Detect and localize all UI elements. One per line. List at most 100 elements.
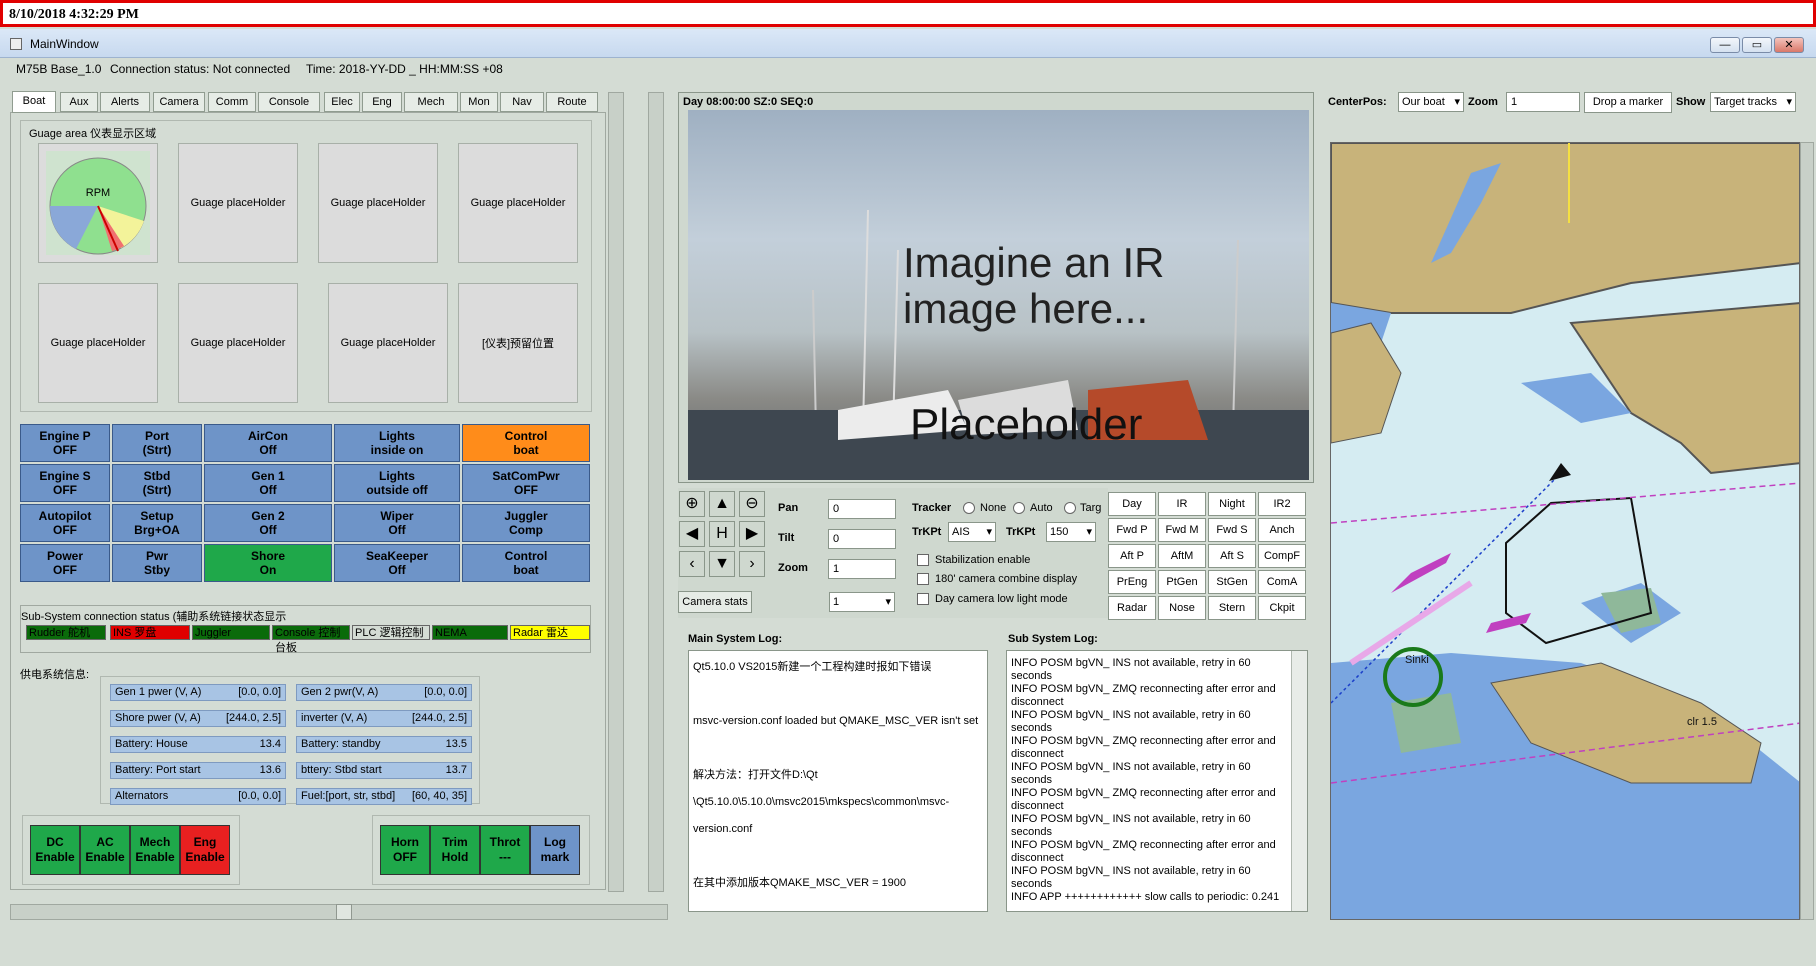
boat-button[interactable]: Engine S OFF xyxy=(20,464,110,502)
arrow-left-small-icon[interactable]: ‹ xyxy=(679,551,705,577)
camera-stats-button[interactable]: Camera stats xyxy=(678,591,752,613)
control-button[interactable]: Throt --- xyxy=(480,825,530,875)
camera-select-button[interactable]: IR2 xyxy=(1258,492,1306,516)
boat-button[interactable]: Lights inside on xyxy=(334,424,460,462)
tab-elec[interactable]: Elec xyxy=(324,92,360,112)
boat-button[interactable]: SatComPwr OFF xyxy=(462,464,590,502)
camera-select-button[interactable]: Ckpit xyxy=(1258,596,1306,620)
camera-select-button[interactable]: AftM xyxy=(1158,544,1206,568)
boat-button[interactable]: Port (Strt) xyxy=(112,424,202,462)
boat-button[interactable]: Setup Brg+OA xyxy=(112,504,202,542)
nav-map[interactable]: Sinki clr 1.5 xyxy=(1330,142,1800,920)
low-light-checkbox[interactable] xyxy=(917,593,929,605)
zoom-in-icon[interactable]: ⊕ xyxy=(679,491,705,517)
trkpt-select[interactable]: AIS xyxy=(948,522,996,542)
boat-button[interactable]: Control boat xyxy=(462,544,590,582)
tab-route[interactable]: Route xyxy=(546,92,598,112)
tilt-input[interactable]: 0 xyxy=(828,529,896,549)
stabilization-checkbox[interactable] xyxy=(917,554,929,566)
minimize-button[interactable]: — xyxy=(1710,37,1740,53)
horizontal-scroll-thumb[interactable] xyxy=(336,904,352,920)
boat-button[interactable]: Gen 1 Off xyxy=(204,464,332,502)
sub-log-line: INFO POSM bgVN_ INS not available, retry… xyxy=(1011,865,1251,890)
tab-nav[interactable]: Nav xyxy=(500,92,544,112)
combine-display-checkbox[interactable] xyxy=(917,573,929,585)
tab-mech[interactable]: Mech xyxy=(404,92,458,112)
enable-button[interactable]: Mech Enable xyxy=(130,825,180,875)
boat-button[interactable]: SeaKeeper Off xyxy=(334,544,460,582)
zoom-input[interactable]: 1 xyxy=(828,559,896,579)
camera-select-button[interactable]: PrEng xyxy=(1108,570,1156,594)
boat-button[interactable]: Engine P OFF xyxy=(20,424,110,462)
tab-comm[interactable]: Comm xyxy=(208,92,256,112)
tab-alerts[interactable]: Alerts xyxy=(100,92,150,112)
boat-button[interactable]: Lights outside off xyxy=(334,464,460,502)
boat-button[interactable]: Juggler Comp xyxy=(462,504,590,542)
camera-select-button[interactable]: IR xyxy=(1158,492,1206,516)
map-scrollbar[interactable] xyxy=(1800,142,1814,920)
camera-select-button[interactable]: Nose xyxy=(1158,596,1206,620)
camera-select-button[interactable]: PtGen xyxy=(1158,570,1206,594)
left-panel-scrollbar[interactable] xyxy=(608,92,624,892)
camera-select-button[interactable]: CompF xyxy=(1258,544,1306,568)
tracker-none-radio[interactable] xyxy=(963,502,975,514)
enable-button[interactable]: Eng Enable xyxy=(180,825,230,875)
home-icon[interactable]: H xyxy=(709,521,735,547)
arrow-down-icon[interactable]: ▼ xyxy=(709,551,735,577)
subsystem-status-badge: Radar 雷达 xyxy=(510,625,590,640)
trkpt2-select[interactable]: 150 xyxy=(1046,522,1096,542)
camera-select-button[interactable]: StGen xyxy=(1208,570,1256,594)
camera-select-button[interactable]: Aft P xyxy=(1108,544,1156,568)
tab-console[interactable]: Console xyxy=(258,92,320,112)
centerpos-select[interactable]: Our boat xyxy=(1398,92,1464,112)
camera-select[interactable]: 1 xyxy=(829,592,895,612)
enable-button[interactable]: AC Enable xyxy=(80,825,130,875)
zoom-out-icon[interactable]: ⊖ xyxy=(739,491,765,517)
camera-select-button[interactable]: Fwd S xyxy=(1208,518,1256,542)
sub-log-scrollbar[interactable] xyxy=(1291,651,1307,911)
camera-select-button[interactable]: Radar xyxy=(1108,596,1156,620)
boat-button[interactable]: Wiper Off xyxy=(334,504,460,542)
boat-button[interactable]: Pwr Stby xyxy=(112,544,202,582)
tracker-auto-radio[interactable] xyxy=(1013,502,1025,514)
gauge-placeholder: Guage placeHolder xyxy=(458,143,578,263)
tab-boat[interactable]: Boat xyxy=(12,91,56,113)
control-button[interactable]: Trim Hold xyxy=(430,825,480,875)
show-select[interactable]: Target tracks xyxy=(1710,92,1796,112)
tab-camera[interactable]: Camera xyxy=(153,92,205,112)
boat-button[interactable]: Power OFF xyxy=(20,544,110,582)
pan-input[interactable]: 0 xyxy=(828,499,896,519)
arrow-up-icon[interactable]: ▲ xyxy=(709,491,735,517)
camera-select-button[interactable]: Anch xyxy=(1258,518,1306,542)
maximize-button[interactable]: ▭ xyxy=(1742,37,1772,53)
camera-select-button[interactable]: Aft S xyxy=(1208,544,1256,568)
enable-button[interactable]: DC Enable xyxy=(30,825,80,875)
boat-button[interactable]: Shore On xyxy=(204,544,332,582)
control-button[interactable]: Horn OFF xyxy=(380,825,430,875)
camera-select-button[interactable]: Fwd M xyxy=(1158,518,1206,542)
tracker-targ-radio[interactable] xyxy=(1064,502,1076,514)
boat-button[interactable]: Autopilot OFF xyxy=(20,504,110,542)
camera-select-button[interactable]: Stern xyxy=(1208,596,1256,620)
close-button[interactable]: ✕ xyxy=(1774,37,1804,53)
center-panel-scrollbar[interactable] xyxy=(648,92,664,892)
map-zoom-input[interactable]: 1 xyxy=(1506,92,1580,112)
arrow-left-icon[interactable]: ◀ xyxy=(679,521,705,547)
tab-aux[interactable]: Aux xyxy=(60,92,98,112)
boat-button[interactable]: Stbd (Strt) xyxy=(112,464,202,502)
drop-marker-button[interactable]: Drop a marker xyxy=(1584,92,1672,113)
arrow-right-icon[interactable]: ▶ xyxy=(739,521,765,547)
control-button[interactable]: Log mark xyxy=(530,825,580,875)
arrow-right-small-icon[interactable]: › xyxy=(739,551,765,577)
tab-mon[interactable]: Mon xyxy=(460,92,498,112)
camera-select-button[interactable]: Night xyxy=(1208,492,1256,516)
camera-select-button[interactable]: Day xyxy=(1108,492,1156,516)
boat-button[interactable]: AirCon Off xyxy=(204,424,332,462)
boat-button[interactable]: Control boat xyxy=(462,424,590,462)
rpm-gauge: RPM xyxy=(38,143,158,263)
power-info-title: 供电系统信息: xyxy=(20,669,90,681)
boat-button[interactable]: Gen 2 Off xyxy=(204,504,332,542)
camera-select-button[interactable]: Fwd P xyxy=(1108,518,1156,542)
camera-select-button[interactable]: ComA xyxy=(1258,570,1306,594)
tab-eng[interactable]: Eng xyxy=(362,92,402,112)
